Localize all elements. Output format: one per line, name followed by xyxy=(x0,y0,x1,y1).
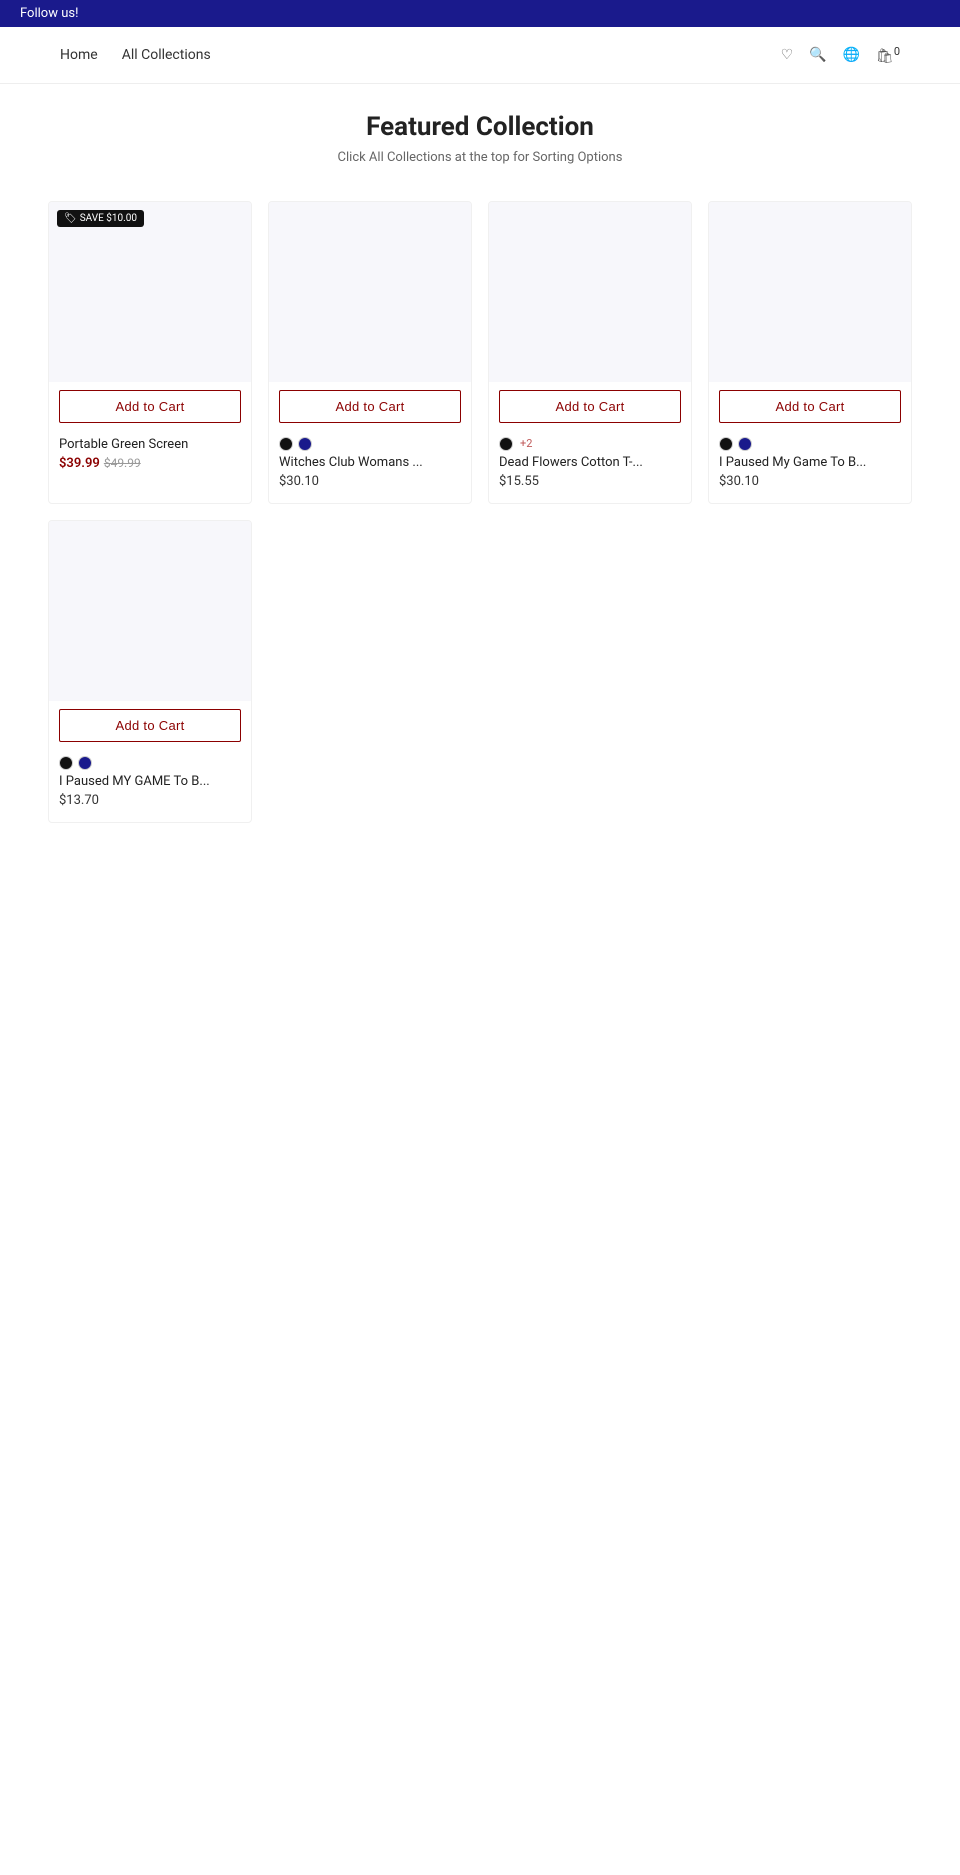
product-image-wrap: 🏷SAVE $10.00 xyxy=(49,202,251,382)
product-name: I Paused MY GAME To B... xyxy=(59,774,241,789)
product-image-wrap xyxy=(489,202,691,382)
cart-icon[interactable]: 🛍0 xyxy=(876,45,900,65)
wishlist-icon[interactable]: ♡ xyxy=(781,47,794,63)
color-swatch[interactable] xyxy=(499,437,513,451)
product-name: Portable Green Screen xyxy=(59,437,241,452)
sale-badge-text: SAVE $10.00 xyxy=(80,213,137,224)
product-name: Dead Flowers Cotton T-... xyxy=(499,455,681,470)
add-to-cart-button[interactable]: Add to Cart xyxy=(279,390,461,423)
product-image-wrap xyxy=(709,202,911,382)
sale-badge: 🏷SAVE $10.00 xyxy=(57,210,144,227)
nav-icons: ♡ 🔍 🌐 🛍0 xyxy=(781,45,900,65)
search-icon[interactable]: 🔍 xyxy=(809,47,826,63)
color-swatch[interactable] xyxy=(298,437,312,451)
product-card: Add to Cart I Paused MY GAME To B... $13.7… xyxy=(48,520,252,823)
product-card: Add to Cart +2 Dead Flowers Cotton T-... $1… xyxy=(488,201,692,504)
product-grid: 🏷SAVE $10.00 Add to Cart Portable Green Sc… xyxy=(0,183,960,841)
top-banner: Follow us! xyxy=(0,0,960,27)
page-header: Featured Collection Click All Collection… xyxy=(0,84,960,183)
product-price: $13.70 xyxy=(59,793,241,808)
page-subtitle: Click All Collections at the top for Sor… xyxy=(0,150,960,165)
product-image-wrap xyxy=(49,521,251,701)
product-price: $15.55 xyxy=(499,474,681,489)
product-card: 🏷SAVE $10.00 Add to Cart Portable Green Sc… xyxy=(48,201,252,504)
add-to-cart-button[interactable]: Add to Cart xyxy=(59,709,241,742)
product-name: I Paused My Game To B... xyxy=(719,455,901,470)
more-colors: +2 xyxy=(520,437,532,450)
navigation: Home All Collections ♡ 🔍 🌐 🛍0 xyxy=(0,27,960,84)
product-info: Witches Club Womans ... $30.10 xyxy=(269,431,471,503)
product-name: Witches Club Womans ... xyxy=(279,455,461,470)
product-image-wrap xyxy=(269,202,471,382)
color-swatch[interactable] xyxy=(738,437,752,451)
language-icon[interactable]: 🌐 xyxy=(843,47,860,63)
sale-icon: 🏷 xyxy=(64,213,77,224)
nav-links: Home All Collections xyxy=(60,47,211,63)
product-price: $30.10 xyxy=(279,474,461,489)
color-swatches: +2 xyxy=(499,437,681,451)
nav-home[interactable]: Home xyxy=(60,47,98,63)
product-info: I Paused My Game To B... $30.10 xyxy=(709,431,911,503)
nav-all-collections[interactable]: All Collections xyxy=(122,47,211,63)
add-to-cart-button[interactable]: Add to Cart xyxy=(719,390,901,423)
color-swatches xyxy=(719,437,901,451)
color-swatches xyxy=(279,437,461,451)
price-sale: $39.99 xyxy=(59,456,100,471)
product-price: $39.99 $49.99 xyxy=(59,456,241,471)
color-swatch[interactable] xyxy=(719,437,733,451)
color-swatch[interactable] xyxy=(78,756,92,770)
color-swatch[interactable] xyxy=(59,756,73,770)
price-original: $49.99 xyxy=(104,456,141,470)
product-price: $30.10 xyxy=(719,474,901,489)
color-swatch[interactable] xyxy=(279,437,293,451)
add-to-cart-button[interactable]: Add to Cart xyxy=(499,390,681,423)
color-swatches xyxy=(59,756,241,770)
cart-badge: 0 xyxy=(894,45,900,58)
product-info: +2 Dead Flowers Cotton T-... $15.55 xyxy=(489,431,691,503)
add-to-cart-button[interactable]: Add to Cart xyxy=(59,390,241,423)
product-card: Add to Cart Witches Club Womans ... $30.10 xyxy=(268,201,472,504)
product-card: Add to Cart I Paused My Game To B... $30.1… xyxy=(708,201,912,504)
banner-text: Follow us! xyxy=(20,6,78,21)
product-info: I Paused MY GAME To B... $13.70 xyxy=(49,750,251,822)
product-info: Portable Green Screen $39.99 $49.99 xyxy=(49,431,251,485)
page-title: Featured Collection xyxy=(0,112,960,142)
